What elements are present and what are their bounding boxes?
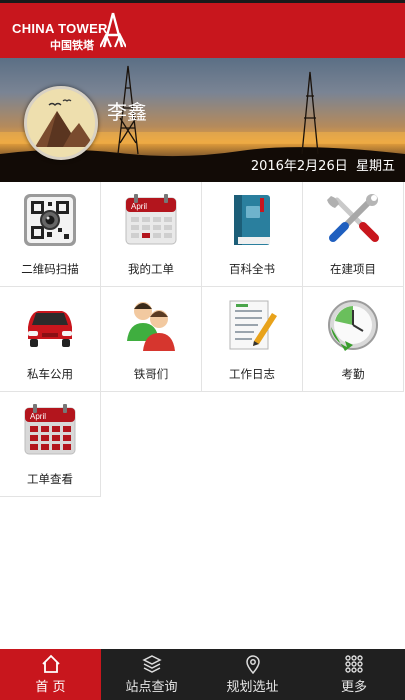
grid-item-attendance[interactable]: 考勤: [303, 287, 404, 392]
grid-item-label: 考勤: [341, 367, 365, 381]
notepad-icon: [229, 300, 277, 350]
people-icon: [127, 302, 175, 351]
logo-text-en: CHINA TOWER: [12, 21, 108, 36]
book-icon: [234, 195, 270, 245]
grid-item-label: 铁哥们: [133, 367, 169, 381]
grid-item-label: 私车公用: [27, 367, 73, 381]
tower-logo-icon: [100, 12, 126, 48]
car-icon: [28, 311, 72, 347]
grid-item-projects[interactable]: 在建项目: [303, 182, 404, 287]
grid-item-label: 工作日志: [229, 367, 275, 381]
layers-icon: [141, 655, 162, 673]
grid-item-encyclopedia[interactable]: 百科全书: [202, 182, 303, 287]
logo-text-cn: 中国铁塔: [50, 39, 94, 52]
clock-icon: [328, 300, 378, 351]
home-icon: [41, 654, 60, 673]
calendar-grid-icon: April: [24, 404, 76, 455]
tab-site-search[interactable]: 站点查询: [101, 649, 202, 700]
tab-site-planning[interactable]: 规划选址: [202, 649, 303, 700]
avatar[interactable]: [24, 86, 98, 160]
calendar-month-label: April: [30, 412, 46, 421]
tab-label: 规划选址: [226, 680, 279, 695]
grid-item-qr-scan[interactable]: 二维码扫描: [0, 182, 101, 287]
location-pin-icon: [245, 655, 260, 674]
grid-item-buddies[interactable]: 铁哥们: [101, 287, 202, 392]
date-line: 2016年2月26日 星期五: [251, 155, 395, 174]
current-date: 2016年2月26日: [250, 159, 348, 174]
grid-item-my-orders[interactable]: April 我的工单: [101, 182, 202, 287]
calendar-month-label: April: [131, 202, 147, 211]
bottom-navigation: 首 页 站点查询 规划选址 更多: [0, 649, 405, 700]
tab-label: 站点查询: [125, 680, 178, 695]
grid-item-label: 二维码扫描: [21, 262, 79, 276]
grid-item-private-car[interactable]: 私车公用: [0, 287, 101, 392]
current-weekday: 星期五: [355, 159, 395, 174]
tools-icon: [327, 194, 379, 242]
qr-code-scan-icon: [24, 194, 76, 246]
grid-item-view-orders[interactable]: April 工单查看: [0, 392, 101, 497]
user-name: 李鑫: [107, 100, 147, 124]
more-grid-icon: [345, 655, 363, 673]
grid-item-label: 在建项目: [330, 262, 376, 276]
grid-item-label: 工单查看: [27, 472, 73, 486]
tab-more[interactable]: 更多: [303, 649, 405, 700]
tab-label: 首 页: [35, 680, 66, 695]
grid-item-label: 我的工单: [128, 262, 174, 276]
tab-label: 更多: [340, 680, 367, 695]
grid-item-work-log[interactable]: 工作日志: [202, 287, 303, 392]
profile-banner: 李鑫 2016年2月26日 星期五: [0, 58, 405, 182]
app-header: CHINA TOWER 中国铁塔: [0, 3, 405, 58]
tab-home[interactable]: 首 页: [0, 649, 101, 700]
calendar-icon: April: [125, 194, 177, 245]
grid-item-label: 百科全书: [229, 262, 275, 276]
